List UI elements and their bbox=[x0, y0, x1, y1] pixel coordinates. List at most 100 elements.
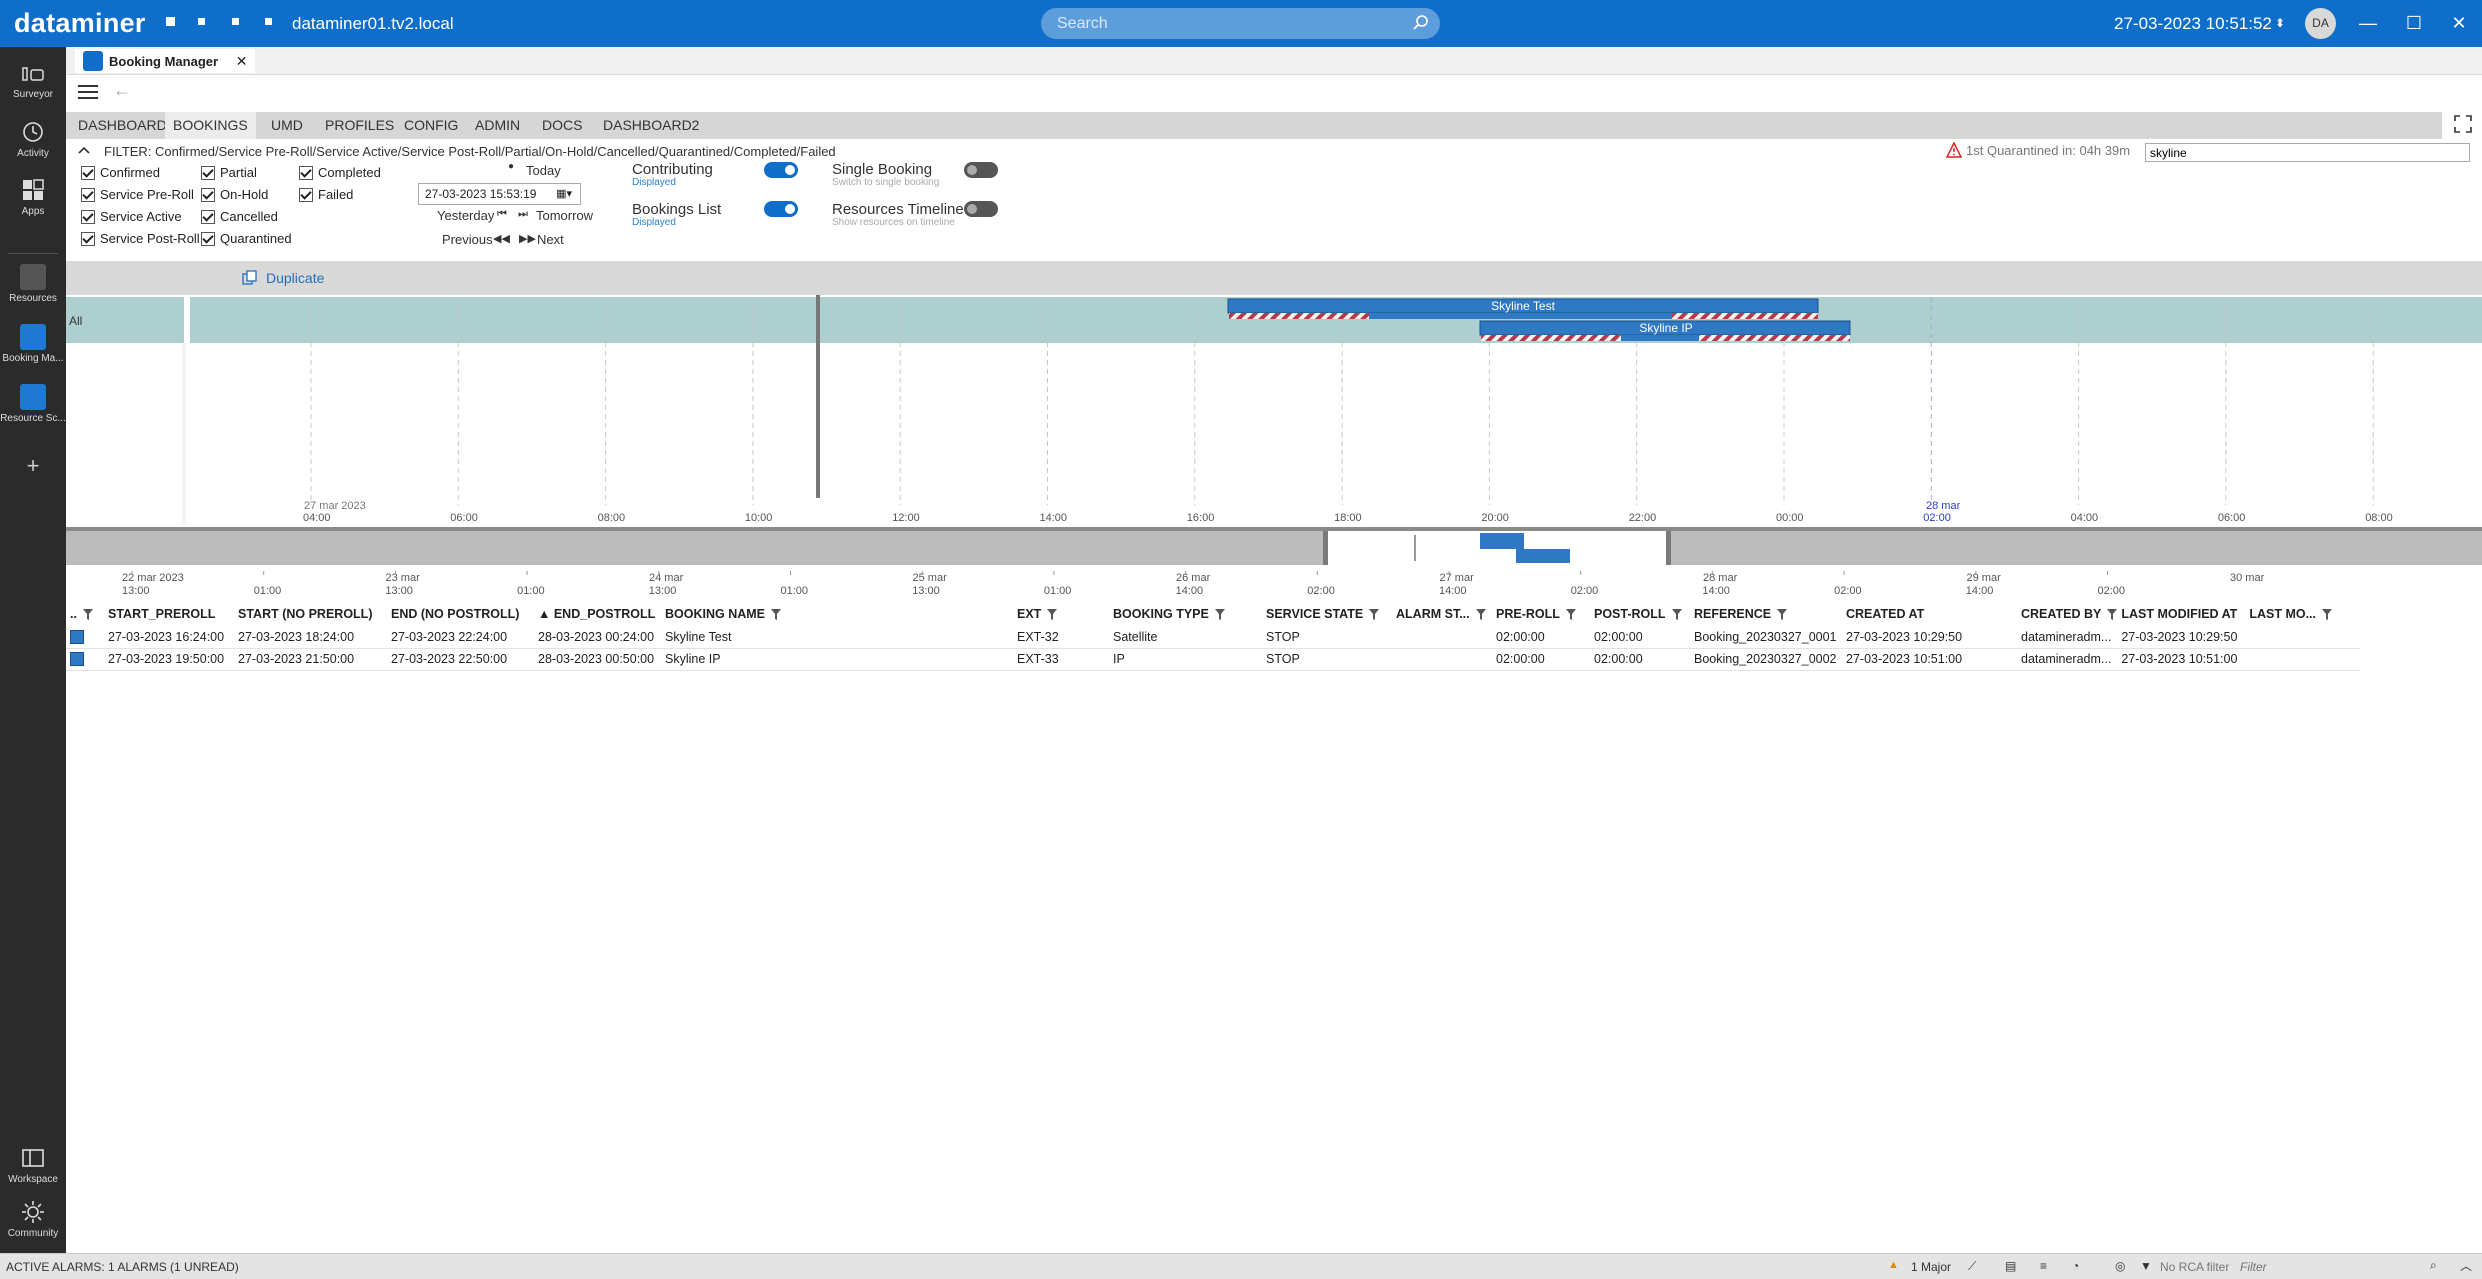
column-header[interactable]: PRE-ROLL bbox=[1492, 602, 1590, 626]
checkbox-checked-icon[interactable] bbox=[201, 210, 215, 224]
app-menu-dot-1[interactable] bbox=[166, 17, 175, 26]
timeline-canvas[interactable]: All 04:00 06:00 08:00 10:00 12:00 14:00 16:00 1… bbox=[66, 295, 2482, 527]
sort-icon[interactable]: ≡ bbox=[2040, 1259, 2047, 1273]
navigator-range-handle-right[interactable] bbox=[1666, 529, 1671, 565]
tab-config[interactable]: CONFIG bbox=[396, 112, 466, 139]
table-row[interactable]: 27-03-2023 19:50:00 27-03-2023 21:50:00 27… bbox=[66, 648, 2361, 671]
app-menu-dot-2[interactable] bbox=[198, 18, 205, 25]
search-icon[interactable] bbox=[1412, 14, 1430, 32]
column-filter-icon[interactable] bbox=[771, 609, 781, 621]
date-picker-field[interactable]: 27-03-2023 15:53:19 ▦▾ bbox=[418, 183, 581, 205]
chevron-up-icon[interactable] bbox=[78, 144, 90, 156]
search-box[interactable] bbox=[1041, 8, 1440, 39]
add-app-icon[interactable]: + bbox=[0, 453, 66, 479]
major-alarm-count[interactable]: 1 Major bbox=[1911, 1260, 1951, 1274]
column-filter-icon[interactable] bbox=[2322, 609, 2333, 621]
checkbox-service-pre-roll[interactable]: Service Pre-Roll bbox=[81, 186, 194, 204]
checkbox-completed[interactable]: Completed bbox=[299, 164, 381, 182]
column-filter-icon[interactable] bbox=[1565, 609, 1576, 621]
tomorrow-button[interactable]: Tomorrow bbox=[536, 208, 593, 223]
alarm-filter-input[interactable] bbox=[2240, 1257, 2450, 1276]
column-header[interactable]: CREATED BY bbox=[2017, 602, 2118, 626]
search-icon[interactable]: ⌕ bbox=[2430, 1258, 2437, 1273]
navigator-range-handle-left[interactable] bbox=[1323, 529, 1328, 565]
app-menu-dot-4[interactable] bbox=[265, 18, 272, 25]
app-menu-dot-3[interactable] bbox=[232, 18, 239, 25]
today-button[interactable]: Today bbox=[526, 163, 561, 178]
checkbox-checked-icon[interactable] bbox=[201, 188, 215, 202]
column-filter-icon[interactable] bbox=[1369, 609, 1380, 621]
rewind-icon[interactable]: ◀◀ bbox=[493, 232, 510, 245]
checkbox-service-active[interactable]: Service Active bbox=[81, 208, 182, 226]
checkbox-checked-icon[interactable] bbox=[299, 188, 313, 202]
fast-forward-icon[interactable]: ▶▶ bbox=[519, 232, 536, 245]
column-filter-icon[interactable] bbox=[1475, 609, 1486, 621]
sidebar-item-resource-scheduler[interactable]: Resource Sc... bbox=[0, 384, 66, 424]
column-header[interactable]: LAST MODIFIED AT bbox=[2117, 602, 2245, 626]
column-header[interactable]: BOOKING NAME bbox=[661, 602, 1013, 626]
column-header[interactable]: ALARM ST... bbox=[1392, 602, 1492, 626]
column-header[interactable]: .. bbox=[66, 602, 104, 626]
booking-timeline[interactable]: All 04:00 06:00 08:00 10:00 12:00 14:00 16:00 1… bbox=[66, 295, 2482, 527]
column-header[interactable]: ▲ END_POSTROLL bbox=[534, 602, 661, 626]
column-header[interactable]: POST-ROLL bbox=[1590, 602, 1690, 626]
checkbox-checked-icon[interactable] bbox=[299, 166, 313, 180]
column-filter-icon[interactable] bbox=[1214, 609, 1225, 621]
sidebar-item-apps[interactable]: Apps bbox=[0, 177, 66, 217]
checkbox-checked-icon[interactable] bbox=[201, 166, 215, 180]
bookings-list-toggle[interactable] bbox=[764, 201, 798, 217]
maximize-icon[interactable]: ☐ bbox=[2403, 12, 2425, 34]
column-header[interactable]: REFERENCE bbox=[1690, 602, 1842, 626]
column-filter-icon[interactable] bbox=[1777, 609, 1788, 621]
table-row[interactable]: 27-03-2023 16:24:00 27-03-2023 18:24:00 27… bbox=[66, 626, 2361, 649]
chevron-up-icon[interactable]: ︿ bbox=[2460, 1257, 2472, 1274]
column-header[interactable]: BOOKING TYPE bbox=[1109, 602, 1262, 626]
contributing-toggle[interactable] bbox=[764, 162, 798, 178]
column-filter-icon[interactable] bbox=[2107, 609, 2118, 621]
column-header[interactable]: START (NO PREROLL) bbox=[234, 602, 387, 626]
search-input[interactable] bbox=[1057, 13, 1397, 34]
rca-icon[interactable]: ◎ bbox=[2115, 1259, 2125, 1273]
column-header[interactable]: START_PREROLL bbox=[104, 602, 234, 626]
tab-umd[interactable]: UMD bbox=[263, 112, 311, 139]
navigator-canvas[interactable]: 22 mar 2023 23 mar 24 mar 25 mar 26 mar 27 ma… bbox=[66, 527, 2482, 599]
tab-dashboard2[interactable]: DASHBOARD2 bbox=[595, 112, 707, 139]
active-alarms-text[interactable]: ACTIVE ALARMS: 1 ALARMS (1 UNREAD) bbox=[6, 1260, 239, 1274]
timeline-navigator[interactable]: 22 mar 2023 23 mar 24 mar 25 mar 26 mar 27 ma… bbox=[66, 527, 2482, 599]
sidebar-item-activity[interactable]: Activity bbox=[0, 119, 66, 159]
column-filter-icon[interactable] bbox=[1047, 609, 1058, 621]
checkbox-checked-icon[interactable] bbox=[81, 232, 95, 246]
back-arrow-icon[interactable]: ← bbox=[113, 80, 131, 101]
filter-icon[interactable]: ▼ bbox=[2140, 1259, 2152, 1273]
column-filter-icon[interactable] bbox=[82, 609, 93, 621]
checkbox-checked-icon[interactable] bbox=[81, 188, 95, 202]
column-header[interactable]: EXT bbox=[1013, 602, 1109, 626]
checkbox-partial[interactable]: Partial bbox=[201, 164, 257, 182]
column-filter-icon[interactable] bbox=[1671, 609, 1682, 621]
avatar[interactable]: DA bbox=[2305, 8, 2336, 39]
hamburger-menu-icon[interactable] bbox=[78, 84, 98, 100]
filter-summary[interactable]: FILTER: Confirmed/Service Pre-Roll/Servi… bbox=[78, 144, 836, 159]
checkbox-checked-icon[interactable] bbox=[81, 210, 95, 224]
next-button[interactable]: Next bbox=[537, 232, 564, 247]
checkbox-checked-icon[interactable] bbox=[81, 166, 95, 180]
yesterday-button[interactable]: Yesterday bbox=[437, 208, 494, 223]
column-header[interactable]: CREATED AT bbox=[1842, 602, 2017, 626]
minimize-icon[interactable]: — bbox=[2357, 12, 2379, 34]
step-back-icon[interactable]: ⏮ bbox=[497, 208, 507, 221]
sidebar-item-workspace[interactable]: Workspace bbox=[0, 1145, 66, 1185]
sidebar-item-resources[interactable]: Resources bbox=[0, 264, 66, 304]
step-forward-icon[interactable]: ⏭ bbox=[518, 208, 528, 221]
tab-docs[interactable]: DOCS bbox=[534, 112, 590, 139]
column-header[interactable]: LAST MO... bbox=[2245, 602, 2360, 626]
tab-dashboard[interactable]: DASHBOARD bbox=[70, 112, 175, 139]
tab-admin[interactable]: ADMIN bbox=[467, 112, 528, 139]
calendar-dropdown-icon[interactable]: ▦▾ bbox=[556, 184, 572, 204]
checkbox-cancelled[interactable]: Cancelled bbox=[201, 208, 278, 226]
tab-bookings[interactable]: BOOKINGS bbox=[165, 112, 256, 139]
checkbox-failed[interactable]: Failed bbox=[299, 186, 353, 204]
single-booking-toggle[interactable] bbox=[964, 162, 998, 178]
checkbox-service-post-roll[interactable]: Service Post-Roll bbox=[81, 230, 200, 248]
close-icon[interactable]: ✕ bbox=[2448, 12, 2470, 34]
pie-icon[interactable]: ◔ bbox=[2072, 1259, 2079, 1273]
